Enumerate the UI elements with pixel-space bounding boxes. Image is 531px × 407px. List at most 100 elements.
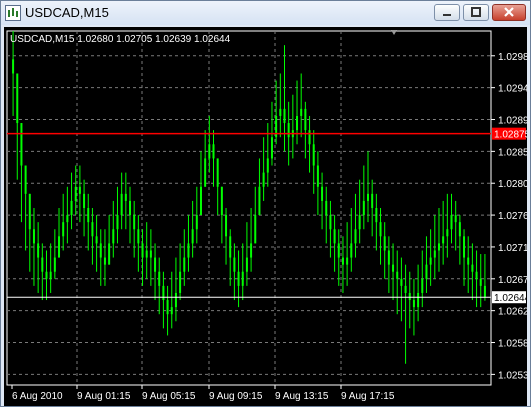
restore-button[interactable] [463,4,489,21]
candle-body [174,292,177,308]
chart-shift-marker[interactable] [391,30,397,35]
candle-body [262,172,265,187]
minimize-button[interactable] [434,4,460,21]
x-tick-label: 9 Aug 13:15 [275,391,329,402]
title-bar[interactable]: USDCAD,M15 [1,1,530,25]
candle-body [450,215,453,230]
candle-body [216,158,219,187]
candle-body [112,229,115,244]
candle-body [12,59,15,74]
restore-icon [471,7,481,17]
candle-body [49,271,52,279]
candle-body [237,271,240,286]
candle-body [383,236,386,251]
x-tick-label: 6 Aug 2010 [12,391,63,402]
candle-body [379,222,382,237]
candle-body [358,215,361,230]
candle-body [417,292,420,308]
candle-body [166,300,169,315]
candle-body [99,243,102,258]
candle-body [41,257,44,272]
candle-body [225,215,228,237]
candle-body [333,229,336,244]
price-chart[interactable]: 1.02985 1.02940 1.02895 1.02850 1.02805 1.027… [4,27,527,406]
y-tick-label: 1.02580 [498,339,527,350]
candle-body [258,186,261,216]
candle-body [471,264,474,272]
candle-body [120,193,123,216]
candle-body [229,236,232,258]
candle-body [270,137,273,159]
candle-body [62,222,65,237]
current-price-label: 1.02644 [494,293,527,304]
candle-body [463,236,466,258]
y-tick-label: 1.02535 [498,370,527,381]
candle-body [433,250,436,258]
candle-body [367,193,369,201]
candle-body [425,264,428,279]
candle-body [437,243,440,251]
candle-body [220,186,223,216]
candle-body [191,229,194,244]
candle-body [429,257,432,265]
candle-body [103,257,106,265]
y-tick-label: 1.02895 [498,116,527,127]
candle-body [124,193,127,201]
candle-body [87,208,90,223]
chart-window-icon[interactable] [5,5,21,21]
candle-body [475,271,478,279]
candle-body [392,264,395,272]
candle-body [442,236,445,244]
y-tick-label: 1.02850 [498,147,527,158]
candle-body [154,257,157,272]
candle-body [479,278,482,286]
candle-body [304,108,307,131]
y-tick-label: 1.02625 [498,307,527,318]
candle-body [108,243,111,265]
candle-body [91,222,94,237]
candle-body [129,200,131,216]
candle-body [70,200,73,216]
candle-body [241,271,244,286]
y-tick-label: 1.02760 [498,211,527,222]
candle-body [362,200,365,216]
candle-body [446,229,449,237]
candle-body [83,193,86,208]
close-icon [504,7,514,17]
candle-body [296,115,299,131]
candle-body [266,158,269,173]
candle-body [187,243,190,258]
candle-body [354,229,357,244]
candle-body [195,215,198,230]
candle-body [133,215,136,230]
candle-body [116,215,119,230]
candle-body [16,73,19,124]
candle-body [66,215,69,223]
candle-body [170,307,173,315]
candle-body [287,123,290,138]
candle-body [158,271,161,286]
candle-body [483,285,486,298]
candle-body [408,292,411,301]
candle-body [137,229,140,244]
candle-body [308,130,311,145]
candle-body [53,257,56,272]
candle-body [321,186,324,201]
candle-body [245,257,248,272]
y-tick-label: 1.02670 [498,275,527,286]
candle-body [24,165,27,194]
candle-body [179,271,182,293]
candle-body [404,285,407,293]
candle-body [300,108,303,116]
candle-body [400,278,403,286]
close-button[interactable] [492,4,526,21]
candle-body [250,243,253,258]
x-tick-label: 9 Aug 01:15 [77,391,131,402]
candle-body [95,236,98,244]
candle-body [396,271,399,279]
candle-body [212,144,215,159]
candle-body [341,257,344,265]
candle-body [421,278,424,293]
candle-body [74,186,77,201]
x-tick-label: 9 Aug 05:15 [142,391,196,402]
